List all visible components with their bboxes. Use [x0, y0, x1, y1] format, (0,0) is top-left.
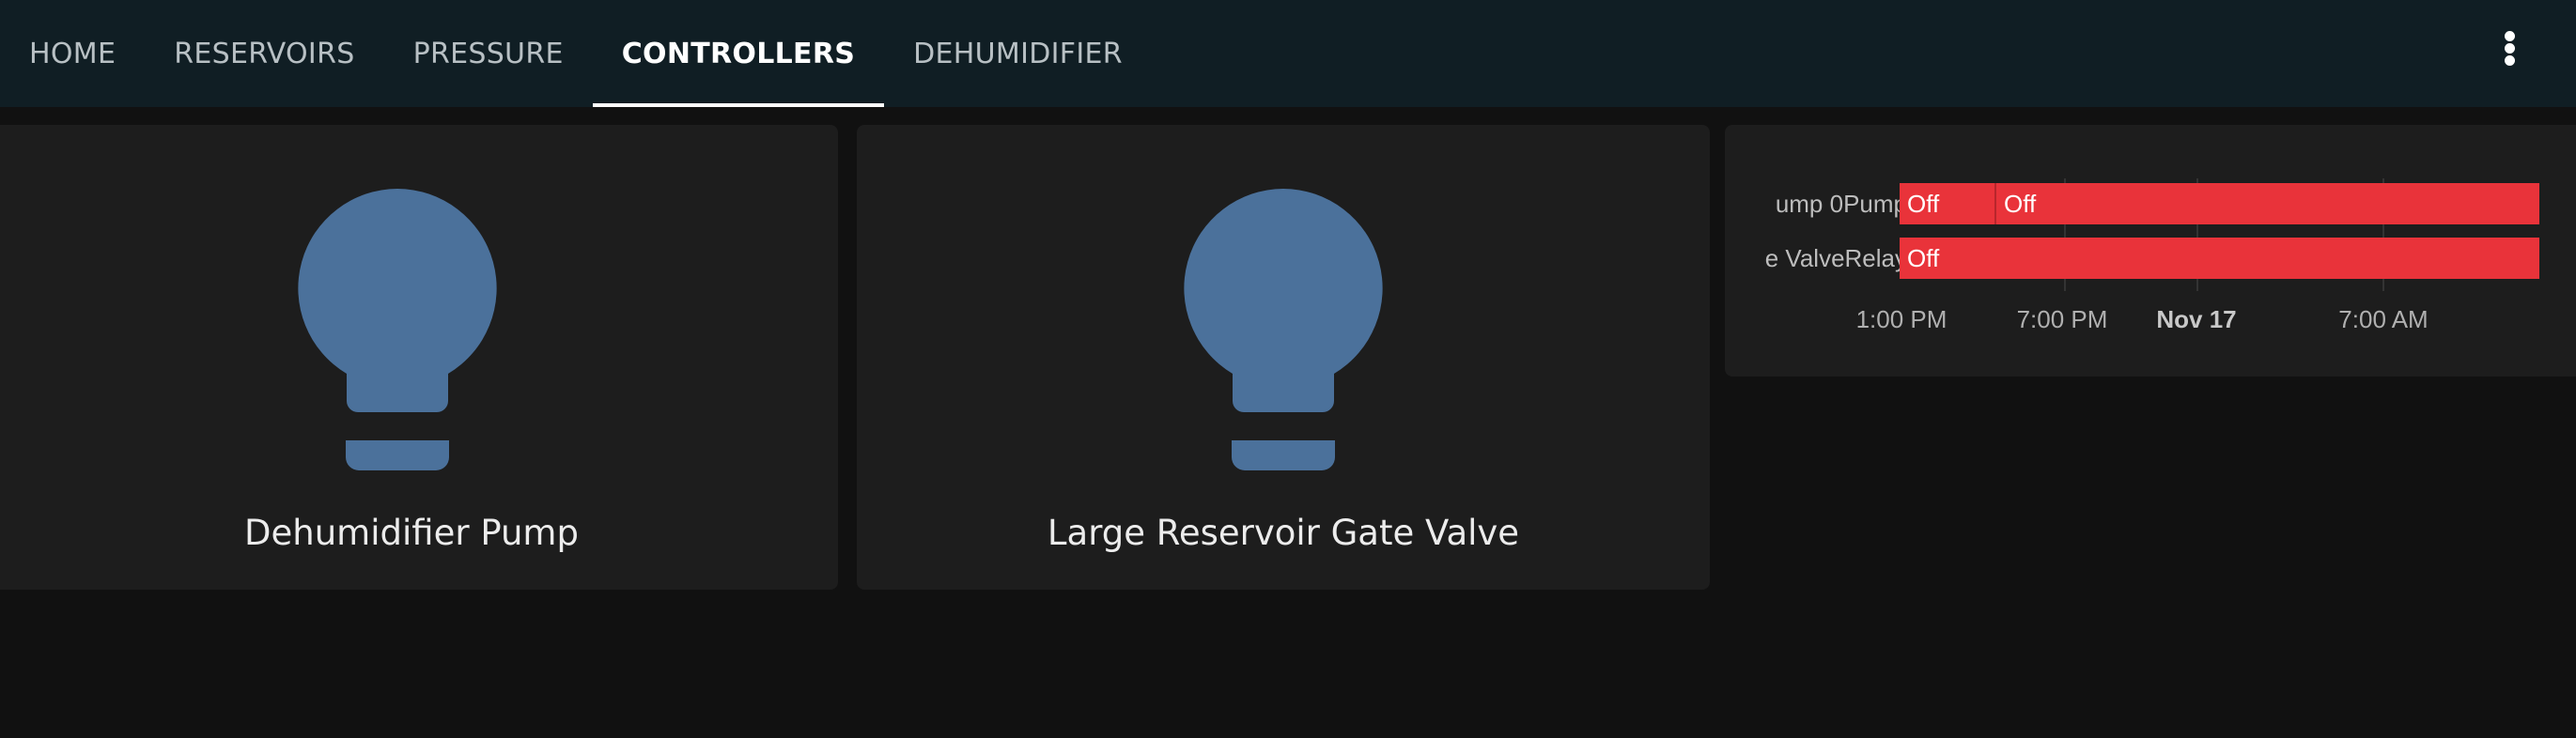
entity-name: Large Reservoir Gate Valve — [1047, 513, 1520, 553]
axis-tick-label: 1:00 PM — [1855, 305, 1948, 333]
timeline-segment-off[interactable]: Off — [1900, 183, 1995, 224]
top-app-bar: HOME RESERVOIRS PRESSURE CONTROLLERS DEH… — [0, 0, 2576, 107]
tab-home[interactable]: HOME — [0, 0, 145, 107]
timeline-segment-off[interactable]: Off — [1994, 183, 2539, 224]
lightbulb-icon — [1184, 189, 1383, 470]
axis-tick-label: 7:00 PM — [2016, 305, 2108, 333]
view-tabs: HOME RESERVOIRS PRESSURE CONTROLLERS DEH… — [0, 0, 1152, 107]
tab-reservoirs[interactable]: RESERVOIRS — [145, 0, 383, 107]
timeline-row-label: ump 0Pump — [1775, 190, 1907, 218]
entity-card-dehumidifier-pump[interactable]: Dehumidifier Pump — [0, 125, 838, 590]
entity-card-large-reservoir-gate-valve[interactable]: Large Reservoir Gate Valve — [857, 125, 1710, 590]
lightbulb-icon — [298, 189, 497, 470]
tab-pressure[interactable]: PRESSURE — [384, 0, 593, 107]
timeline-segment-off[interactable]: Off — [1900, 238, 2539, 279]
entity-name: Dehumidifier Pump — [244, 513, 579, 553]
dots-vertical-icon[interactable] — [2490, 27, 2531, 69]
axis-tick-label: Nov 17 — [2156, 305, 2237, 333]
tab-dehumidifier[interactable]: DEHUMIDIFIER — [884, 0, 1152, 107]
axis-tick-label: 7:00 AM — [2338, 305, 2429, 333]
tab-controllers[interactable]: CONTROLLERS — [592, 0, 885, 107]
timeline-row-label: e ValveRelay — [1764, 244, 1907, 272]
history-graph-card: ump 0Pump Off Off e ValveRelay Off 1:00 … — [1725, 125, 2576, 377]
